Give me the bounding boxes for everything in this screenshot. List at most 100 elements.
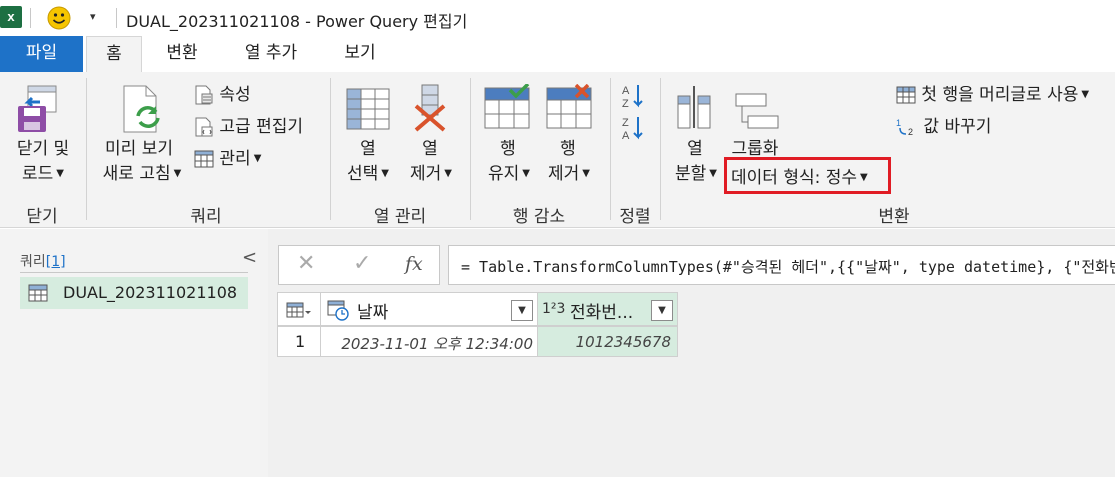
- table-cell[interactable]: 2023-11-01 오후 12:34:00: [320, 326, 538, 357]
- query-list-item[interactable]: DUAL_202311021108: [20, 277, 248, 309]
- keep-rows-text: 유지: [488, 164, 520, 184]
- column-filter-dropdown[interactable]: ▼: [651, 300, 673, 321]
- group-label-transform: 변환: [878, 207, 910, 227]
- remove-columns-text: 제거: [410, 164, 442, 184]
- replace-values-button[interactable]: 1 2 값 바꾸기: [896, 114, 991, 140]
- properties-button[interactable]: 속성: [194, 82, 251, 108]
- group-divider: [610, 78, 611, 220]
- column-header-phone[interactable]: 1²3 전화번... ▼: [537, 292, 678, 326]
- queries-panel: 쿼리[1] < DUAL_202311021108: [0, 229, 268, 477]
- choose-columns-text: 선택: [347, 164, 379, 184]
- table-grid-icon: [194, 150, 214, 168]
- cancel-formula-button[interactable]: ✕: [297, 251, 315, 276]
- column-filter-dropdown[interactable]: ▼: [511, 300, 533, 321]
- close-and-load-icon: [18, 85, 57, 132]
- chevron-down-icon: ▼: [1081, 89, 1090, 100]
- tab-view[interactable]: 보기: [330, 36, 390, 72]
- refresh-preview-icon: [123, 85, 160, 133]
- chevron-down-icon: ▼: [56, 168, 64, 179]
- manage-button[interactable]: 관리 ▼: [194, 146, 261, 172]
- queries-title: 쿼리: [20, 254, 46, 270]
- svg-text:A: A: [622, 130, 630, 142]
- group-label-reduce-rows: 행 감소: [512, 207, 566, 227]
- table-icon: [28, 284, 48, 302]
- properties-icon: [195, 85, 213, 105]
- split-column-icon: [677, 86, 711, 129]
- collapse-panel-button[interactable]: <: [242, 247, 257, 268]
- properties-label: 속성: [219, 85, 251, 105]
- divider: [116, 8, 117, 28]
- confirm-formula-button[interactable]: ✓: [353, 251, 371, 276]
- row-index: 1: [295, 332, 306, 351]
- quick-access-dropdown-button[interactable]: ▾: [90, 10, 96, 23]
- column-header-date[interactable]: 날짜 ▼: [320, 292, 538, 326]
- window-title: DUAL_202311021108 - Power Query 편집기: [126, 12, 468, 31]
- excel-logo-icon: x: [0, 6, 22, 28]
- advanced-editor-label: 고급 편집기: [219, 117, 304, 137]
- chevron-down-icon: ▼: [582, 168, 590, 179]
- split-column-label-line2: 분할 ▼: [666, 161, 726, 187]
- use-first-row-as-headers-button[interactable]: 첫 행을 머리글로 사용 ▼: [896, 82, 1089, 108]
- chevron-down-icon: ▼: [522, 168, 530, 179]
- remove-rows-icon: [546, 84, 592, 129]
- svg-text:Z: Z: [622, 117, 629, 129]
- sort-ascending-icon[interactable]: A Z: [620, 82, 644, 110]
- fx-icon[interactable]: fx: [405, 253, 423, 275]
- remove-rows-text: 제거: [548, 164, 580, 184]
- tab-add-column[interactable]: 열 추가: [232, 36, 310, 72]
- split-column-label-line1: 열: [687, 139, 703, 159]
- chevron-down-icon: ▼: [253, 153, 262, 164]
- remove-columns-label-line2: 제거 ▼: [402, 161, 460, 187]
- row-number[interactable]: 1: [277, 326, 321, 357]
- queries-header: 쿼리[1]: [20, 251, 66, 271]
- svg-text:A: A: [622, 85, 630, 97]
- svg-text:2: 2: [908, 127, 913, 137]
- close-and-load-text: 로드: [22, 164, 54, 184]
- query-name: DUAL_202311021108: [63, 283, 238, 302]
- divider: [30, 8, 31, 28]
- choose-columns-label-line2: 선택 ▼: [340, 161, 396, 187]
- remove-rows-label-line1: 행: [560, 139, 576, 159]
- formula-bar[interactable]: = Table.TransformColumnTypes(#"승격된 헤더",{…: [448, 245, 1115, 285]
- column-label: 날짜: [357, 303, 389, 323]
- formula-text: = Table.TransformColumnTypes(#"승격된 헤더",{…: [461, 258, 1115, 276]
- datetime-type-icon[interactable]: [327, 299, 349, 321]
- tab-home[interactable]: 홈: [86, 36, 142, 73]
- table-corner-menu[interactable]: [277, 292, 321, 326]
- data-grid: 날짜 ▼ 1²3 전화번... ▼ 1 2023-11-01 오후 12:34:…: [277, 292, 678, 357]
- keep-rows-label-line1: 행: [500, 139, 516, 159]
- group-label-query: 쿼리: [190, 207, 222, 227]
- first-row-header-icon: [896, 86, 916, 104]
- ribbon: 닫기 및 로드 ▼ 닫기 미리 보기 새로 고침 ▼ 속성 고급 편집기 관리 …: [0, 72, 1115, 228]
- cell-value: 1012345678: [575, 333, 671, 351]
- remove-columns-icon: [414, 84, 446, 132]
- advanced-editor-button[interactable]: 고급 편집기: [194, 114, 303, 140]
- tab-file[interactable]: 파일: [0, 36, 83, 72]
- title-bar: x ▾ DUAL_202311021108 - Power Query 편집기: [0, 0, 1115, 36]
- close-and-load-label-line2: 로드 ▼: [8, 161, 78, 187]
- queries-count: [1]: [45, 254, 66, 270]
- refresh-preview-text: 새로 고침: [102, 164, 171, 184]
- svg-text:Z: Z: [622, 98, 629, 110]
- chevron-down-icon: ▼: [173, 168, 182, 179]
- keep-rows-label-line2: 유지 ▼: [480, 161, 538, 187]
- group-divider: [660, 78, 661, 220]
- replace-values-icon: 1 2: [896, 118, 913, 137]
- group-label-manage-columns: 열 관리: [373, 207, 427, 227]
- table-cell[interactable]: 1012345678: [537, 326, 678, 357]
- split-column-text: 분할: [675, 164, 707, 184]
- chevron-down-icon: ▼: [444, 168, 452, 179]
- manage-label: 관리: [219, 149, 251, 169]
- smiley-feedback-icon[interactable]: [46, 5, 72, 31]
- tab-transform[interactable]: 변환: [152, 36, 212, 72]
- cell-value: 2023-11-01 오후 12:34:00: [341, 335, 533, 353]
- group-divider: [330, 78, 331, 220]
- group-divider: [86, 78, 87, 220]
- ribbon-tab-bar: 파일 홈 변환 열 추가 보기: [0, 36, 1115, 73]
- choose-columns-label-line1: 열: [360, 139, 376, 159]
- sort-descending-icon[interactable]: Z A: [620, 114, 644, 142]
- integer-type-icon[interactable]: 1²3: [542, 301, 565, 317]
- keep-rows-icon: [484, 84, 530, 129]
- data-type-highlight-box: [724, 157, 891, 194]
- formula-controls: ✕ ✓ fx: [278, 245, 440, 285]
